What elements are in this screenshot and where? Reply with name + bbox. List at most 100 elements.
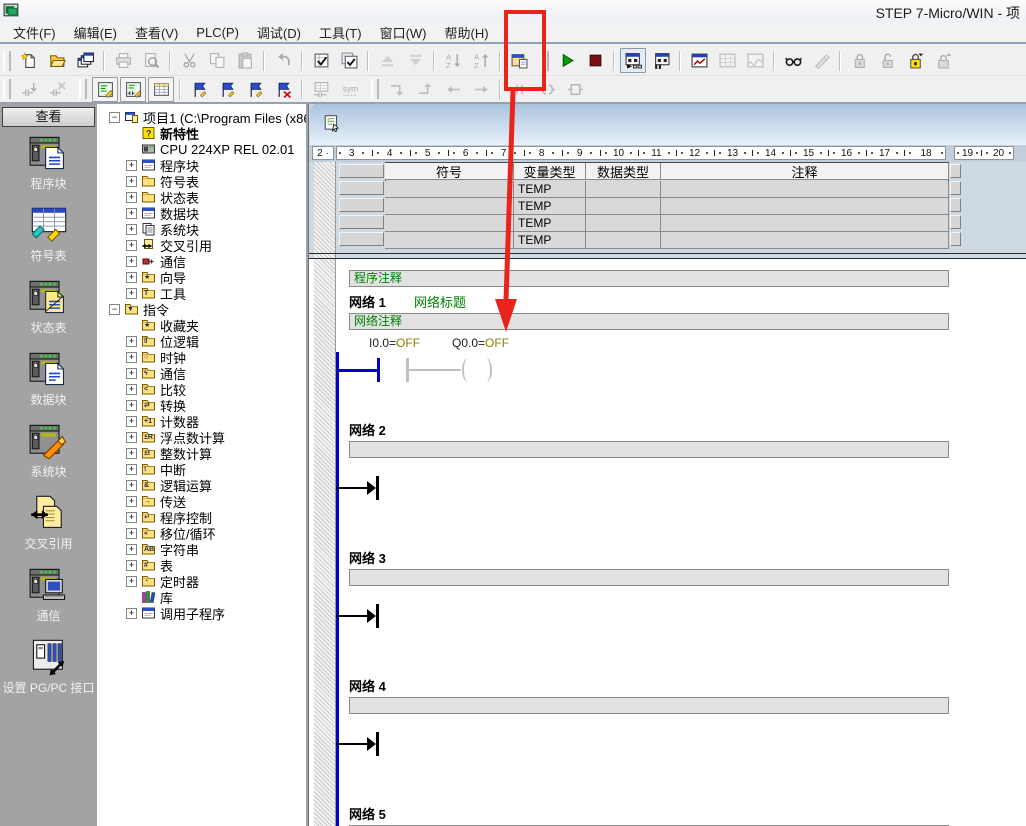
tree-item-9[interactable]: +通信: [97, 253, 306, 269]
tree-expand-box[interactable]: +: [126, 576, 137, 587]
tree-item-17[interactable]: +<比较: [97, 381, 306, 397]
tree-item-13[interactable]: ★收藏夹: [97, 317, 306, 333]
coil-operand-label[interactable]: Q0.0=OFF: [452, 336, 509, 350]
viewbar-item-设置 PG/PC 接口[interactable]: 设置 PG/PC 接口: [0, 637, 97, 696]
open-project-button[interactable]: [44, 48, 70, 73]
tree-expand-box[interactable]: +: [126, 336, 137, 347]
table-cell[interactable]: [661, 215, 949, 232]
network-1-comment-bar[interactable]: 网络注释: [349, 313, 949, 330]
table-cell[interactable]: [586, 215, 661, 232]
save-project-button[interactable]: [72, 48, 98, 73]
tree-item-29[interactable]: +◔定时器: [97, 573, 306, 589]
read-force-values-button[interactable]: [902, 48, 928, 73]
tree-expand-box[interactable]: +: [126, 384, 137, 395]
tree-expand-box[interactable]: +: [126, 496, 137, 507]
tree-expand-box[interactable]: +: [126, 256, 137, 267]
network-5-label[interactable]: 网络 5: [349, 804, 386, 823]
tree-item-26[interactable]: +«移位/循环: [97, 525, 306, 541]
tree-expand-box[interactable]: −: [109, 112, 120, 123]
tree-item-5[interactable]: +状态表: [97, 189, 306, 205]
tree-expand-box[interactable]: +: [126, 480, 137, 491]
empty-network-cursor[interactable]: [336, 603, 382, 629]
network-2-comment-bar[interactable]: [349, 441, 949, 458]
program-comment-bar[interactable]: 程序注释: [349, 270, 949, 287]
tree-expand-box[interactable]: +: [126, 288, 137, 299]
sort-ascending-button[interactable]: [440, 48, 466, 73]
program-status-monitor-button[interactable]: [620, 48, 646, 73]
menu-item-0[interactable]: 文件(F): [4, 21, 65, 44]
table-column-header[interactable]: 注释: [661, 163, 949, 180]
menu-item-6[interactable]: 窗口(W): [371, 21, 436, 44]
table-cell[interactable]: [385, 181, 514, 198]
table-row-header[interactable]: [339, 198, 384, 212]
tree-expand-box[interactable]: +: [126, 560, 137, 571]
network-4-label[interactable]: 网络 4: [349, 676, 386, 695]
coil-symbol[interactable]: [462, 358, 473, 382]
tree-expand-box[interactable]: +: [126, 416, 137, 427]
pause-chart-status-button[interactable]: [714, 48, 740, 73]
run-button[interactable]: [554, 48, 580, 73]
tree-expand-box[interactable]: +: [126, 352, 137, 363]
toolbar-grip[interactable]: [79, 79, 87, 99]
viewbar-item-交叉引用[interactable]: 交叉引用: [0, 493, 97, 552]
previous-bookmark-button[interactable]: [242, 77, 268, 102]
line-right-button[interactable]: [468, 77, 494, 102]
tree-item-31[interactable]: +调用子程序: [97, 605, 306, 621]
pane-splitter[interactable]: [309, 253, 1026, 254]
toolbar-grip[interactable]: [541, 51, 549, 71]
cut-button[interactable]: [176, 48, 202, 73]
tree-expand-box[interactable]: +: [126, 544, 137, 555]
contact-operand-label[interactable]: I0.0=OFF: [369, 336, 420, 350]
toggle-bookmark-button[interactable]: [186, 77, 212, 102]
trend-view-button[interactable]: [742, 48, 768, 73]
table-cell[interactable]: [661, 198, 949, 215]
tree-item-23[interactable]: +&逻辑运算: [97, 477, 306, 493]
network-1-label[interactable]: 网络 1: [349, 292, 386, 311]
tree-item-10[interactable]: +★向导: [97, 269, 306, 285]
tree-item-18[interactable]: +⇄转换: [97, 397, 306, 413]
network-1-title[interactable]: 网络标题: [414, 292, 466, 311]
tree-expand-box[interactable]: +: [126, 208, 137, 219]
tree-item-6[interactable]: +数据块: [97, 205, 306, 221]
viewbar-item-通信[interactable]: 通信: [0, 565, 97, 624]
table-cell[interactable]: [661, 232, 949, 249]
tree-item-28[interactable]: +#表: [97, 557, 306, 573]
table-cell[interactable]: TEMP: [514, 198, 586, 215]
compile-all-button[interactable]: [336, 48, 362, 73]
menu-item-5[interactable]: 工具(T): [310, 21, 371, 44]
tree-item-4[interactable]: +符号表: [97, 173, 306, 189]
delete-network-button[interactable]: [44, 77, 70, 102]
table-cell[interactable]: [586, 181, 661, 198]
toolbar-grip[interactable]: [3, 79, 11, 99]
insert-box-button[interactable]: [562, 77, 588, 102]
sort-descending-button[interactable]: [468, 48, 494, 73]
table-row-header[interactable]: [339, 164, 384, 178]
toolbar-grip[interactable]: [371, 79, 379, 99]
viewbar-header[interactable]: 查看: [2, 107, 95, 127]
tree-item-27[interactable]: +AB字符串: [97, 541, 306, 557]
symbol-table-button[interactable]: [308, 77, 334, 102]
tree-expand-box[interactable]: +: [126, 608, 137, 619]
download-button[interactable]: [402, 48, 428, 73]
pause-program-status-button[interactable]: [648, 48, 674, 73]
table-row-header[interactable]: [339, 215, 384, 229]
table-cell[interactable]: [586, 198, 661, 215]
table-cell[interactable]: TEMP: [514, 181, 586, 198]
stop-button[interactable]: [582, 48, 608, 73]
tree-item-11[interactable]: +T工具: [97, 285, 306, 301]
tree-item-1[interactable]: 新特性: [97, 125, 306, 141]
clear-bookmarks-button[interactable]: [270, 77, 296, 102]
print-preview-button[interactable]: [138, 48, 164, 73]
table-column-header[interactable]: 变量类型: [514, 163, 586, 180]
tree-expand-box[interactable]: +: [126, 272, 137, 283]
tree-expand-box[interactable]: −: [109, 304, 120, 315]
empty-network-cursor[interactable]: [336, 475, 382, 501]
insert-network-button[interactable]: [16, 77, 42, 102]
menu-item-2[interactable]: 查看(V): [126, 21, 187, 44]
tree-expand-box[interactable]: +: [126, 528, 137, 539]
contact-symbol[interactable]: [377, 358, 380, 382]
line-down-button[interactable]: [384, 77, 410, 102]
table-row-header[interactable]: [339, 232, 384, 246]
tree-expand-box[interactable]: +: [126, 224, 137, 235]
undo-button[interactable]: [270, 48, 296, 73]
